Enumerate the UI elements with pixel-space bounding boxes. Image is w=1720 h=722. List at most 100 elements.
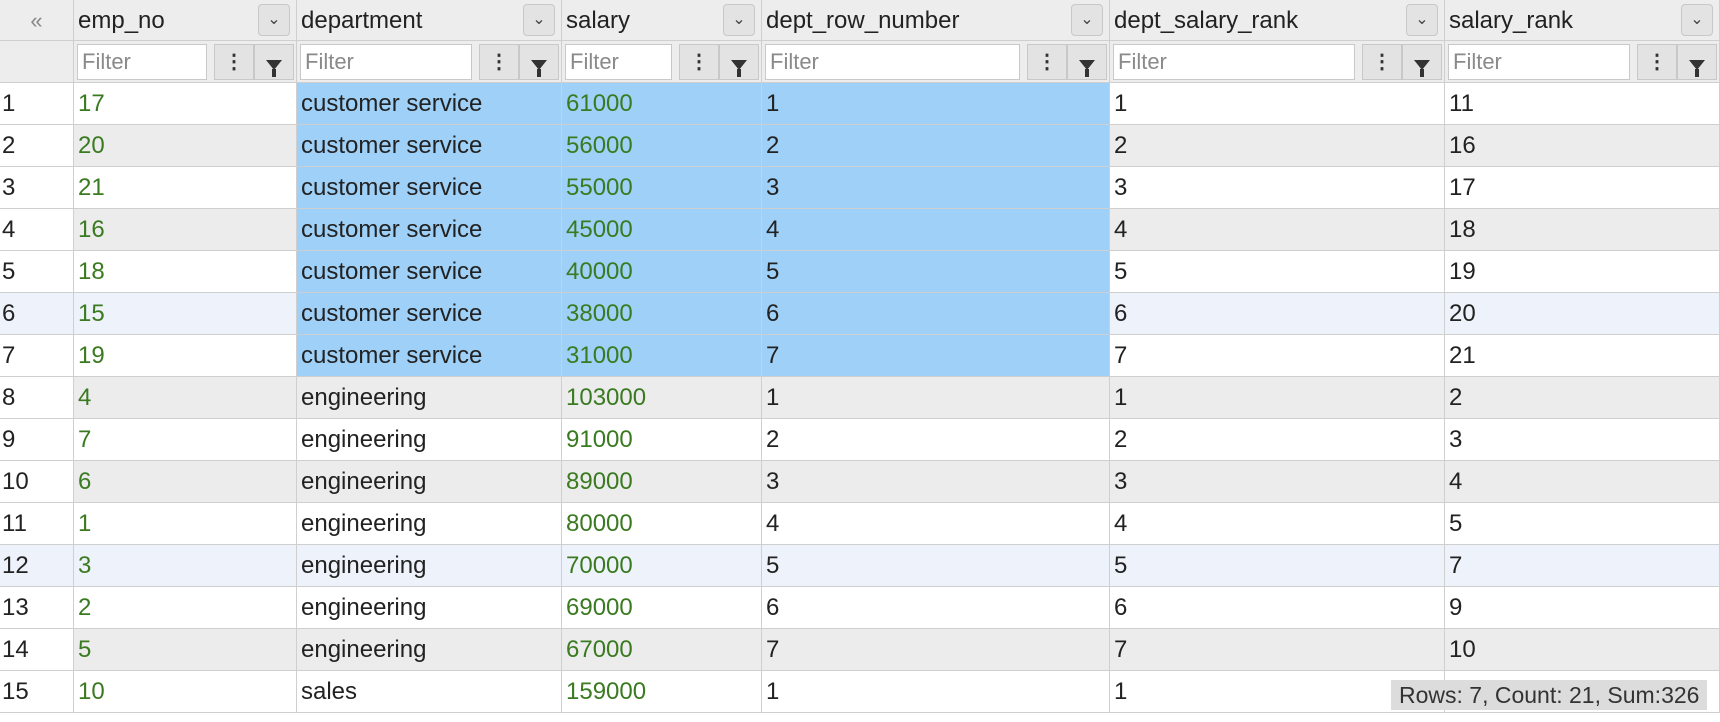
table-row[interactable]: 4 16 customer service 45000 4 4 18	[0, 209, 1720, 251]
cell-department[interactable]: customer service	[297, 335, 562, 377]
cell-department[interactable]: engineering	[297, 629, 562, 671]
chevron-down-icon[interactable]: ⌄	[258, 4, 290, 36]
row-number[interactable]: 3	[0, 167, 74, 209]
cell-salary-rank[interactable]: 5	[1445, 503, 1720, 545]
filter-input-salary[interactable]	[565, 44, 672, 80]
table-row[interactable]: 14 5 engineering 67000 7 7 10	[0, 629, 1720, 671]
cell-dept-salary-rank[interactable]: 5	[1110, 545, 1445, 587]
filter-funnel-icon[interactable]	[1402, 44, 1442, 80]
cell-emp-no[interactable]: 2	[74, 587, 297, 629]
cell-emp-no[interactable]: 3	[74, 545, 297, 587]
cell-department[interactable]: engineering	[297, 587, 562, 629]
cell-emp-no[interactable]: 15	[74, 293, 297, 335]
kebab-menu-icon[interactable]: ⋮	[479, 44, 519, 80]
cell-dept-row-number[interactable]: 1	[762, 671, 1110, 713]
cell-salary[interactable]: 61000	[562, 83, 762, 125]
cell-dept-salary-rank[interactable]: 2	[1110, 419, 1445, 461]
cell-department[interactable]: customer service	[297, 293, 562, 335]
cell-department[interactable]: customer service	[297, 167, 562, 209]
row-number[interactable]: 13	[0, 587, 74, 629]
filter-funnel-icon[interactable]	[1067, 44, 1107, 80]
cell-dept-salary-rank[interactable]: 5	[1110, 251, 1445, 293]
cell-salary[interactable]: 31000	[562, 335, 762, 377]
kebab-menu-icon[interactable]: ⋮	[1637, 44, 1677, 80]
column-header-dept-salary-rank[interactable]: dept_salary_rank ⌄	[1110, 0, 1445, 41]
kebab-menu-icon[interactable]: ⋮	[1027, 44, 1067, 80]
cell-department[interactable]: customer service	[297, 83, 562, 125]
chevron-down-icon[interactable]: ⌄	[1406, 4, 1438, 36]
row-number[interactable]: 15	[0, 671, 74, 713]
cell-salary[interactable]: 56000	[562, 125, 762, 167]
filter-input-dept-row-number[interactable]	[765, 44, 1020, 80]
cell-salary[interactable]: 103000	[562, 377, 762, 419]
cell-dept-row-number[interactable]: 3	[762, 461, 1110, 503]
cell-dept-row-number[interactable]: 7	[762, 335, 1110, 377]
kebab-menu-icon[interactable]: ⋮	[214, 44, 254, 80]
column-header-salary[interactable]: salary ⌄	[562, 0, 762, 41]
cell-dept-salary-rank[interactable]: 7	[1110, 335, 1445, 377]
cell-salary-rank[interactable]: 17	[1445, 167, 1720, 209]
table-row[interactable]: 6 15 customer service 38000 6 6 20	[0, 293, 1720, 335]
cell-salary[interactable]: 69000	[562, 587, 762, 629]
cell-emp-no[interactable]: 21	[74, 167, 297, 209]
cell-emp-no[interactable]: 4	[74, 377, 297, 419]
cell-dept-salary-rank[interactable]: 2	[1110, 125, 1445, 167]
cell-salary-rank[interactable]: 21	[1445, 335, 1720, 377]
row-number[interactable]: 14	[0, 629, 74, 671]
cell-department[interactable]: sales	[297, 671, 562, 713]
cell-dept-row-number[interactable]: 1	[762, 83, 1110, 125]
filter-funnel-icon[interactable]	[719, 44, 759, 80]
filter-funnel-icon[interactable]	[1677, 44, 1717, 80]
row-number[interactable]: 1	[0, 83, 74, 125]
cell-dept-salary-rank[interactable]: 6	[1110, 293, 1445, 335]
row-number[interactable]: 6	[0, 293, 74, 335]
collapse-columns-button[interactable]: «	[0, 0, 74, 41]
cell-emp-no[interactable]: 7	[74, 419, 297, 461]
row-number[interactable]: 4	[0, 209, 74, 251]
filter-input-department[interactable]	[300, 44, 472, 80]
cell-emp-no[interactable]: 6	[74, 461, 297, 503]
cell-salary[interactable]: 40000	[562, 251, 762, 293]
cell-salary-rank[interactable]: 10	[1445, 629, 1720, 671]
row-number[interactable]: 7	[0, 335, 74, 377]
table-row[interactable]: 10 6 engineering 89000 3 3 4	[0, 461, 1720, 503]
cell-dept-row-number[interactable]: 2	[762, 419, 1110, 461]
cell-dept-row-number[interactable]: 5	[762, 545, 1110, 587]
column-header-department[interactable]: department ⌄	[297, 0, 562, 41]
cell-dept-salary-rank[interactable]: 1	[1110, 83, 1445, 125]
cell-dept-row-number[interactable]: 7	[762, 629, 1110, 671]
row-number[interactable]: 10	[0, 461, 74, 503]
cell-salary-rank[interactable]: 7	[1445, 545, 1720, 587]
cell-dept-row-number[interactable]: 4	[762, 209, 1110, 251]
cell-salary[interactable]: 55000	[562, 167, 762, 209]
cell-salary-rank[interactable]: 18	[1445, 209, 1720, 251]
cell-salary-rank[interactable]: 11	[1445, 83, 1720, 125]
row-number[interactable]: 8	[0, 377, 74, 419]
filter-input-salary-rank[interactable]	[1448, 44, 1630, 80]
chevron-down-icon[interactable]: ⌄	[723, 4, 755, 36]
column-header-dept-row-number[interactable]: dept_row_number ⌄	[762, 0, 1110, 41]
table-row[interactable]: 2 20 customer service 56000 2 2 16	[0, 125, 1720, 167]
row-number[interactable]: 5	[0, 251, 74, 293]
cell-dept-salary-rank[interactable]: 4	[1110, 209, 1445, 251]
cell-salary[interactable]: 70000	[562, 545, 762, 587]
cell-department[interactable]: engineering	[297, 377, 562, 419]
row-number[interactable]: 12	[0, 545, 74, 587]
cell-dept-row-number[interactable]: 4	[762, 503, 1110, 545]
cell-salary-rank[interactable]: 20	[1445, 293, 1720, 335]
cell-salary[interactable]: 89000	[562, 461, 762, 503]
filter-funnel-icon[interactable]	[254, 44, 294, 80]
cell-salary[interactable]: 159000	[562, 671, 762, 713]
cell-dept-salary-rank[interactable]: 3	[1110, 167, 1445, 209]
cell-department[interactable]: engineering	[297, 545, 562, 587]
cell-dept-salary-rank[interactable]: 3	[1110, 461, 1445, 503]
cell-department[interactable]: customer service	[297, 209, 562, 251]
cell-emp-no[interactable]: 18	[74, 251, 297, 293]
table-row[interactable]: 13 2 engineering 69000 6 6 9	[0, 587, 1720, 629]
kebab-menu-icon[interactable]: ⋮	[1362, 44, 1402, 80]
cell-salary[interactable]: 38000	[562, 293, 762, 335]
cell-salary-rank[interactable]: 2	[1445, 377, 1720, 419]
chevron-down-icon[interactable]: ⌄	[1681, 4, 1713, 36]
cell-emp-no[interactable]: 16	[74, 209, 297, 251]
cell-emp-no[interactable]: 10	[74, 671, 297, 713]
